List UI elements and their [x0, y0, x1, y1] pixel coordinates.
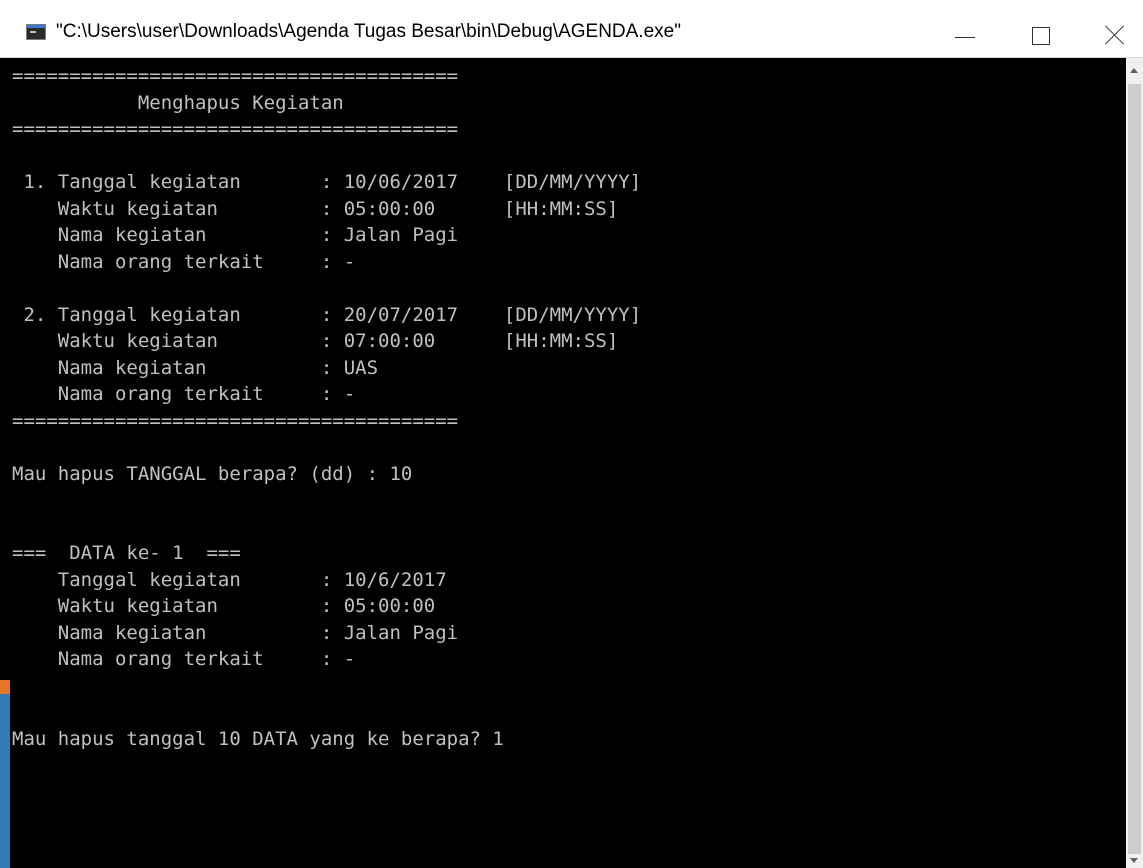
- console-line: Nama kegiatan : UAS: [12, 356, 379, 379]
- console-line: Nama kegiatan : Jalan Pagi: [12, 621, 459, 644]
- minimize-button[interactable]: [927, 5, 999, 58]
- window-title: "C:\Users\user\Downloads\Agenda Tugas Be…: [56, 21, 681, 42]
- console-app-icon[interactable]: [26, 24, 46, 40]
- console-line: === DATA ke- 1 ===: [12, 542, 241, 564]
- scrollbar-thumb[interactable]: [1128, 84, 1141, 854]
- console-line: =======================================: [12, 409, 459, 432]
- maximize-button[interactable]: [1005, 5, 1077, 58]
- close-button[interactable]: [1083, 5, 1143, 58]
- console-line: Waktu kegiatan : 05:00:00 [HH:MM:SS]: [12, 197, 619, 220]
- desktop-background-edge: [0, 680, 10, 868]
- title-bar[interactable]: "C:\Users\user\Downloads\Agenda Tugas Be…: [0, 0, 1143, 58]
- console-window: "C:\Users\user\Downloads\Agenda Tugas Be…: [0, 0, 1143, 868]
- console-line: Nama orang terkait : -: [12, 250, 356, 273]
- console-line: Mau hapus tanggal 10 DATA yang ke berapa…: [12, 727, 504, 750]
- console-line: Nama kegiatan : Jalan Pagi: [12, 224, 459, 246]
- console-line: =======================================: [12, 65, 459, 87]
- console-line: Waktu kegiatan : 05:00:00: [12, 595, 436, 617]
- scroll-down-arrow-icon[interactable]: [1130, 858, 1138, 863]
- close-icon: [1104, 24, 1126, 46]
- console-line: Tanggal kegiatan : 10/6/2017: [12, 568, 447, 591]
- console-line: =======================================: [12, 118, 459, 140]
- console-line: Mau hapus TANGGAL berapa? (dd) : 10: [12, 462, 413, 485]
- scroll-up-arrow-icon[interactable]: [1130, 68, 1138, 73]
- console-line: 1. Tanggal kegiatan : 10/06/2017 [DD/MM/…: [12, 171, 642, 193]
- console-output[interactable]: ======================================= …: [12, 58, 1122, 868]
- vertical-scrollbar[interactable]: [1126, 58, 1143, 868]
- console-line: 2. Tanggal kegiatan : 20/07/2017 [DD/MM/…: [12, 303, 642, 326]
- console-line: Menghapus Kegiatan: [12, 91, 344, 114]
- console-line: Waktu kegiatan : 07:00:00 [HH:MM:SS]: [12, 330, 619, 352]
- console-line: Nama orang terkait : -: [12, 648, 356, 670]
- maximize-icon: [1032, 27, 1050, 45]
- minimize-icon: [955, 37, 975, 38]
- console-line: Nama orang terkait : -: [12, 383, 356, 405]
